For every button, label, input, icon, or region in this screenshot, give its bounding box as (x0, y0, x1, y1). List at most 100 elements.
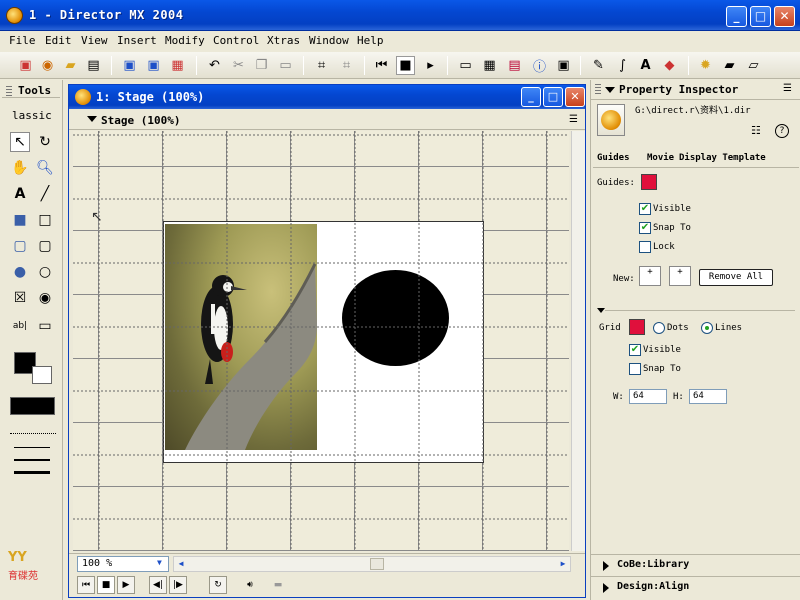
paint-icon[interactable]: ✎ (589, 56, 608, 75)
director-app-icon[interactable] (6, 7, 23, 24)
maximize-button[interactable]: □ (750, 6, 771, 27)
rotate-icon[interactable]: ↻ (35, 132, 55, 152)
new-vertical-guide[interactable]: + (669, 266, 691, 286)
filled-ellipse-icon[interactable]: ● (10, 262, 30, 282)
collapse-icon[interactable] (87, 116, 97, 122)
script-icon[interactable]: ◆ (660, 56, 679, 75)
library-palette-icon[interactable]: ▱ (744, 56, 763, 75)
play-button[interactable]: ▶ (117, 576, 135, 594)
stage-minimize-button[interactable]: _ (521, 87, 541, 107)
radio-tool-icon[interactable]: ◉ (35, 288, 55, 308)
line-width-2[interactable] (14, 459, 50, 461)
rect-icon[interactable]: □ (35, 210, 55, 230)
vertical-scrollbar[interactable] (571, 131, 585, 551)
minimize-button[interactable]: _ (726, 6, 747, 27)
stage-window-icon[interactable]: ▭ (456, 56, 475, 75)
pattern-swatch[interactable] (10, 397, 55, 415)
stage-close-button[interactable]: ✕ (565, 87, 585, 107)
filled-rect-icon[interactable]: ■ (10, 210, 30, 230)
filled-roundrect-icon[interactable]: ▢ (10, 236, 30, 256)
guides-snap-checkbox[interactable]: ✔ (639, 222, 651, 234)
grid-w-field[interactable]: 64 (629, 389, 667, 404)
dts-icon[interactable]: ▬ (269, 576, 287, 594)
message-icon[interactable]: ▰ (720, 56, 739, 75)
grid-visible-checkbox[interactable]: ✔ (629, 344, 641, 356)
cut-icon[interactable]: ✂ (229, 56, 248, 75)
stop-button[interactable]: ■ (97, 576, 115, 594)
guides-lock-checkbox[interactable] (639, 241, 651, 253)
guides-color-swatch[interactable] (641, 174, 657, 190)
guides-visible-checkbox[interactable]: ✔ (639, 203, 651, 215)
step-forward-button[interactable]: |▶ (169, 576, 187, 594)
help-icon[interactable]: ? (775, 124, 789, 138)
step-back-button[interactable]: ◀| (149, 576, 167, 594)
play-icon[interactable]: ▸ (421, 56, 440, 75)
menu-xtras[interactable]: Xtras (267, 34, 300, 47)
open-icon[interactable]: ◉ (38, 56, 57, 75)
find-icon[interactable]: ⌗ (312, 56, 331, 75)
grid-lines-radio[interactable] (701, 322, 713, 334)
arrow-icon[interactable]: ↖ (10, 132, 30, 152)
tab-movie[interactable]: Movie (647, 153, 674, 163)
grip-icon[interactable] (6, 86, 12, 96)
publish-icon[interactable]: ▦ (168, 56, 187, 75)
import-icon[interactable]: ▤ (84, 56, 103, 75)
roundrect-icon[interactable]: ▢ (35, 236, 55, 256)
volume-icon[interactable]: 🔊︎ (241, 576, 259, 594)
stop-icon[interactable]: ■ (396, 56, 415, 75)
button-tool-icon[interactable]: ▭ (35, 316, 55, 336)
panel-design-align[interactable]: Design:Align (591, 576, 800, 598)
rewind-button[interactable]: ⏮ (77, 576, 95, 594)
paste-icon[interactable]: ▭ (276, 56, 295, 75)
grid-dots-radio[interactable] (653, 322, 665, 334)
score-window-icon[interactable]: ▤ (505, 56, 524, 75)
rewind-icon[interactable]: ⏮ (372, 56, 391, 75)
exchange-icon[interactable]: ⌗ (337, 56, 356, 75)
behavior-icon[interactable]: ✹ (696, 56, 715, 75)
line-tool-icon[interactable]: ╱ (35, 184, 55, 204)
list-view-icon[interactable]: ☷ (751, 124, 761, 137)
line-width-1[interactable] (14, 447, 50, 448)
menu-view[interactable]: View (81, 34, 108, 47)
horizontal-scrollbar[interactable]: ◀ ▶ (173, 556, 571, 572)
hand-icon[interactable]: ✋ (10, 158, 30, 178)
options-menu-icon[interactable]: ☰ (569, 114, 578, 125)
grip-icon[interactable] (595, 84, 601, 94)
tools-mode-label[interactable]: lassic (12, 109, 52, 122)
menu-help[interactable]: Help (357, 34, 384, 47)
menu-control[interactable]: Control (213, 34, 259, 47)
field-tool-icon[interactable]: ab| (10, 316, 30, 336)
new-horizontal-guide[interactable]: + (639, 266, 661, 286)
menu-modify[interactable]: Modify (165, 34, 205, 47)
save-all-icon[interactable]: ▣ (144, 56, 163, 75)
grid-collapse-icon[interactable] (597, 308, 605, 313)
chevron-down-icon[interactable]: ▼ (157, 558, 162, 567)
library-icon[interactable]: ▣ (554, 56, 573, 75)
vector-icon[interactable]: ∫ (613, 56, 632, 75)
grid-color-swatch[interactable] (629, 319, 645, 335)
scroll-right-icon[interactable]: ▶ (556, 557, 570, 571)
line-width-3[interactable] (14, 471, 50, 474)
grid-h-field[interactable]: 64 (689, 389, 727, 404)
magnifier-icon[interactable]: 🔍︎ (35, 158, 55, 178)
menu-file[interactable]: File (9, 34, 36, 47)
text-tool-icon[interactable]: A (10, 184, 30, 204)
open-folder-icon[interactable]: ▰ (61, 56, 80, 75)
checkbox-tool-icon[interactable]: ☒ (10, 288, 30, 308)
ellipse-icon[interactable]: ○ (35, 262, 55, 282)
stage-canvas[interactable]: ↖ (73, 131, 569, 551)
copy-icon[interactable]: ❐ (252, 56, 271, 75)
text-icon[interactable]: A (636, 56, 655, 75)
new-icon[interactable]: ▣ (16, 56, 35, 75)
stage-app-icon[interactable] (75, 89, 91, 105)
remove-all-button[interactable]: Remove All (699, 269, 773, 286)
line-width-none[interactable] (10, 433, 56, 441)
menu-insert[interactable]: Insert (117, 34, 157, 47)
menu-window[interactable]: Window (309, 34, 349, 47)
tab-display-template[interactable]: Display Template (679, 153, 766, 163)
tab-guides[interactable]: Guides (597, 153, 630, 163)
background-color-swatch[interactable] (32, 366, 52, 384)
zoom-select[interactable]: 100 % (77, 556, 169, 572)
loop-button[interactable]: ↻ (209, 576, 227, 594)
menu-edit[interactable]: Edit (45, 34, 72, 47)
